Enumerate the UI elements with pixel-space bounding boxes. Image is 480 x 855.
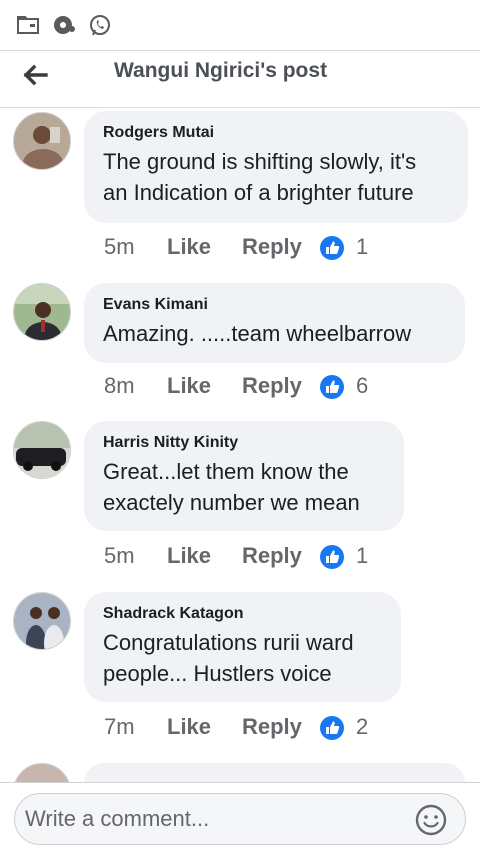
reply-button[interactable]: Reply [242, 714, 302, 740]
avatar[interactable] [13, 421, 71, 479]
comment-bubble[interactable]: Harris Nitty Kinity Great...let them kno… [84, 421, 404, 531]
comment-item-partial [0, 763, 480, 782]
reply-button[interactable]: Reply [242, 543, 302, 569]
avatar-photo [14, 113, 70, 169]
comment-text-line: people... Hustlers voice [103, 661, 332, 686]
comment-time: 8m [104, 373, 135, 398]
comment-text-line: exactely number we mean [103, 490, 360, 515]
audio-icon [54, 16, 75, 34]
reaction-count: 2 [356, 714, 369, 739]
like-reaction-icon[interactable] [320, 716, 344, 740]
comment-bubble[interactable]: Rodgers Mutai The ground is shifting slo… [84, 111, 468, 223]
avatar[interactable] [13, 112, 71, 170]
comment-author[interactable]: Harris Nitty Kinity [103, 433, 384, 453]
avatar[interactable] [13, 592, 71, 650]
reply-button[interactable]: Reply [242, 373, 302, 399]
comment-author[interactable]: Evans Kimani [103, 295, 445, 315]
comment-text: The ground is shifting slowly, it's an I… [103, 146, 448, 208]
reaction-count: 1 [356, 234, 369, 259]
comment-text-line: Amazing. .....team wheelbarrow [103, 321, 412, 346]
comments-feed[interactable]: Rodgers Mutai The ground is shifting slo… [0, 108, 480, 782]
emoji-icon[interactable] [414, 803, 448, 837]
back-arrow-icon[interactable] [20, 59, 52, 91]
comment-text-line: Congratulations rurii ward [103, 630, 354, 655]
post-header: Wangui Ngirici's post [0, 51, 480, 108]
comment-text-line: an Indication of a brighter future [103, 180, 414, 205]
like-button[interactable]: Like [167, 373, 211, 399]
comment-author[interactable]: Rodgers Mutai [103, 123, 448, 143]
avatar-photo [14, 593, 70, 649]
comment-input[interactable] [14, 793, 466, 845]
comment-composer [0, 782, 480, 855]
page-title: Wangui Ngirici's post [114, 59, 328, 82]
like-reaction-icon[interactable] [320, 236, 344, 260]
avatar[interactable] [13, 763, 71, 782]
avatar-photo [14, 284, 70, 340]
comment-text-line: Great...let them know the [103, 459, 349, 484]
comment-text-line: The ground is shifting slowly, it's [103, 149, 417, 174]
comment-author[interactable]: Shadrack Katagon [103, 604, 381, 624]
comment-time: 7m [104, 714, 135, 739]
folder-icon [17, 16, 39, 34]
like-button[interactable]: Like [167, 714, 211, 740]
comment-bubble[interactable]: Evans Kimani Amazing. .....team wheelbar… [84, 283, 465, 363]
comment-bubble[interactable]: Shadrack Katagon Congratulations rurii w… [84, 592, 401, 702]
whatsapp-icon [90, 15, 110, 36]
comment-time: 5m [104, 234, 135, 259]
comment-text: Congratulations rurii ward people... Hus… [103, 627, 381, 689]
like-button[interactable]: Like [167, 543, 211, 569]
like-reaction-icon[interactable] [320, 545, 344, 569]
status-bar [0, 0, 480, 51]
reaction-count: 6 [356, 373, 369, 398]
avatar[interactable] [13, 283, 71, 341]
like-reaction-icon[interactable] [320, 375, 344, 399]
comment-text: Great...let them know the exactely numbe… [103, 456, 384, 518]
reply-button[interactable]: Reply [242, 234, 302, 260]
comment-text: Amazing. .....team wheelbarrow [103, 318, 445, 349]
like-button[interactable]: Like [167, 234, 211, 260]
comment-bubble[interactable] [84, 763, 465, 782]
comment-time: 5m [104, 543, 135, 568]
avatar-photo [14, 422, 70, 478]
reaction-count: 1 [356, 543, 369, 568]
